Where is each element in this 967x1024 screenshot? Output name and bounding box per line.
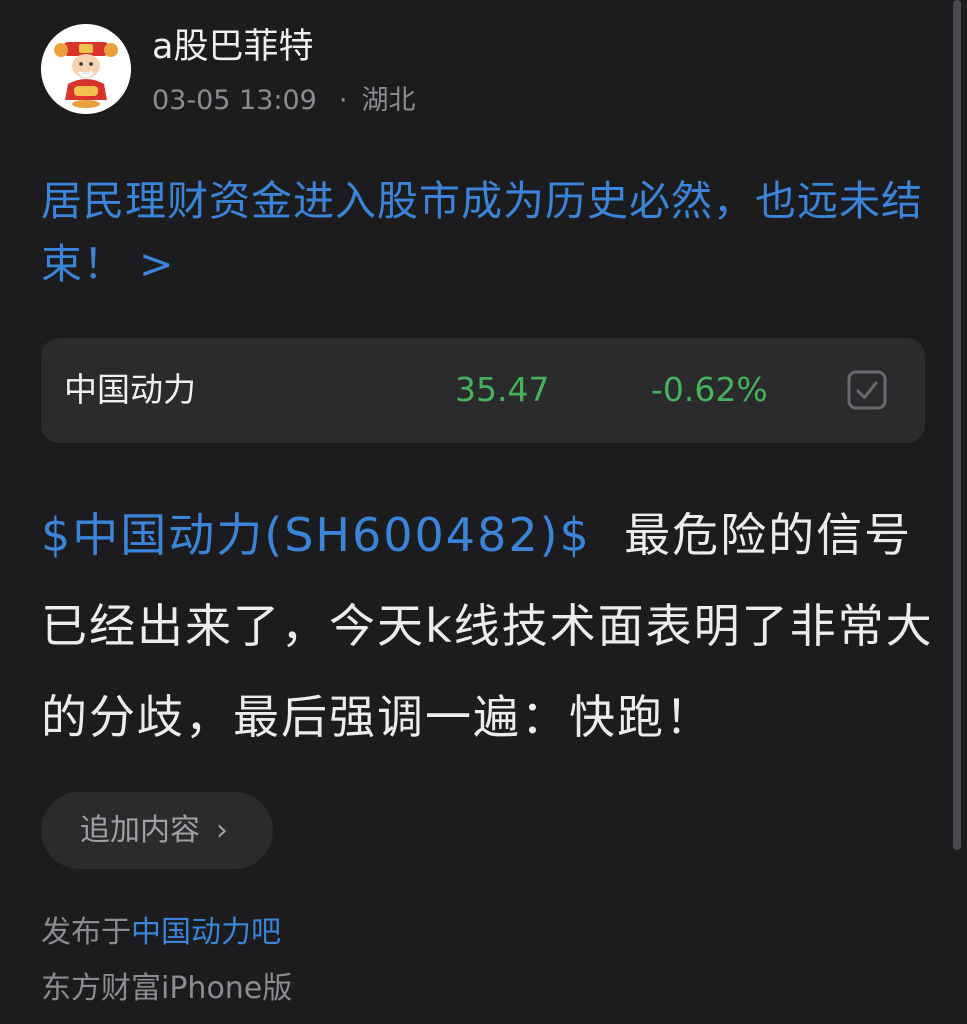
- stock-name: 中国动力: [64, 370, 196, 409]
- published-in: 发布于中国动力吧: [41, 913, 281, 953]
- post-title-link[interactable]: 居民理财资金进入股市成为历史必然，也远未结束！ >: [41, 170, 931, 296]
- post-date: 03-05 13:09: [152, 85, 317, 116]
- stock-price: 35.47: [455, 370, 550, 409]
- forum-link[interactable]: 中国动力吧: [131, 915, 281, 950]
- post-detail-page: a股巴菲特 03-05 13:09 · 湖北 居民理财资金进入股市成为历史必然，也远…: [0, 0, 967, 1024]
- append-content-button[interactable]: 追加内容 ›: [41, 792, 273, 869]
- append-content-label: 追加内容: [80, 813, 200, 848]
- post-source: 东方财富iPhone版: [41, 971, 293, 1006]
- post-location: 湖北: [361, 85, 416, 116]
- published-prefix: 发布于: [41, 915, 131, 950]
- stock-change: -0.62%: [651, 370, 768, 409]
- stock-tag-link[interactable]: $中国动力(SH600482)$: [41, 508, 591, 562]
- post-meta: 03-05 13:09 · 湖北: [152, 82, 415, 120]
- post-body: $中国动力(SH600482)$ 最危险的信号已经出来了，今天k线技术面表明了非…: [41, 490, 941, 763]
- god-of-wealth-avatar-icon: [41, 24, 131, 114]
- meta-separator: ·: [338, 85, 348, 116]
- avatar[interactable]: [41, 24, 131, 114]
- checkbox-checked-icon[interactable]: [847, 370, 887, 410]
- author-name[interactable]: a股巴菲特: [152, 24, 313, 70]
- stock-quote-card[interactable]: 中国动力 35.47 -0.62%: [41, 338, 925, 443]
- chevron-right-icon: ›: [216, 813, 228, 848]
- scrollbar[interactable]: [953, 0, 961, 850]
